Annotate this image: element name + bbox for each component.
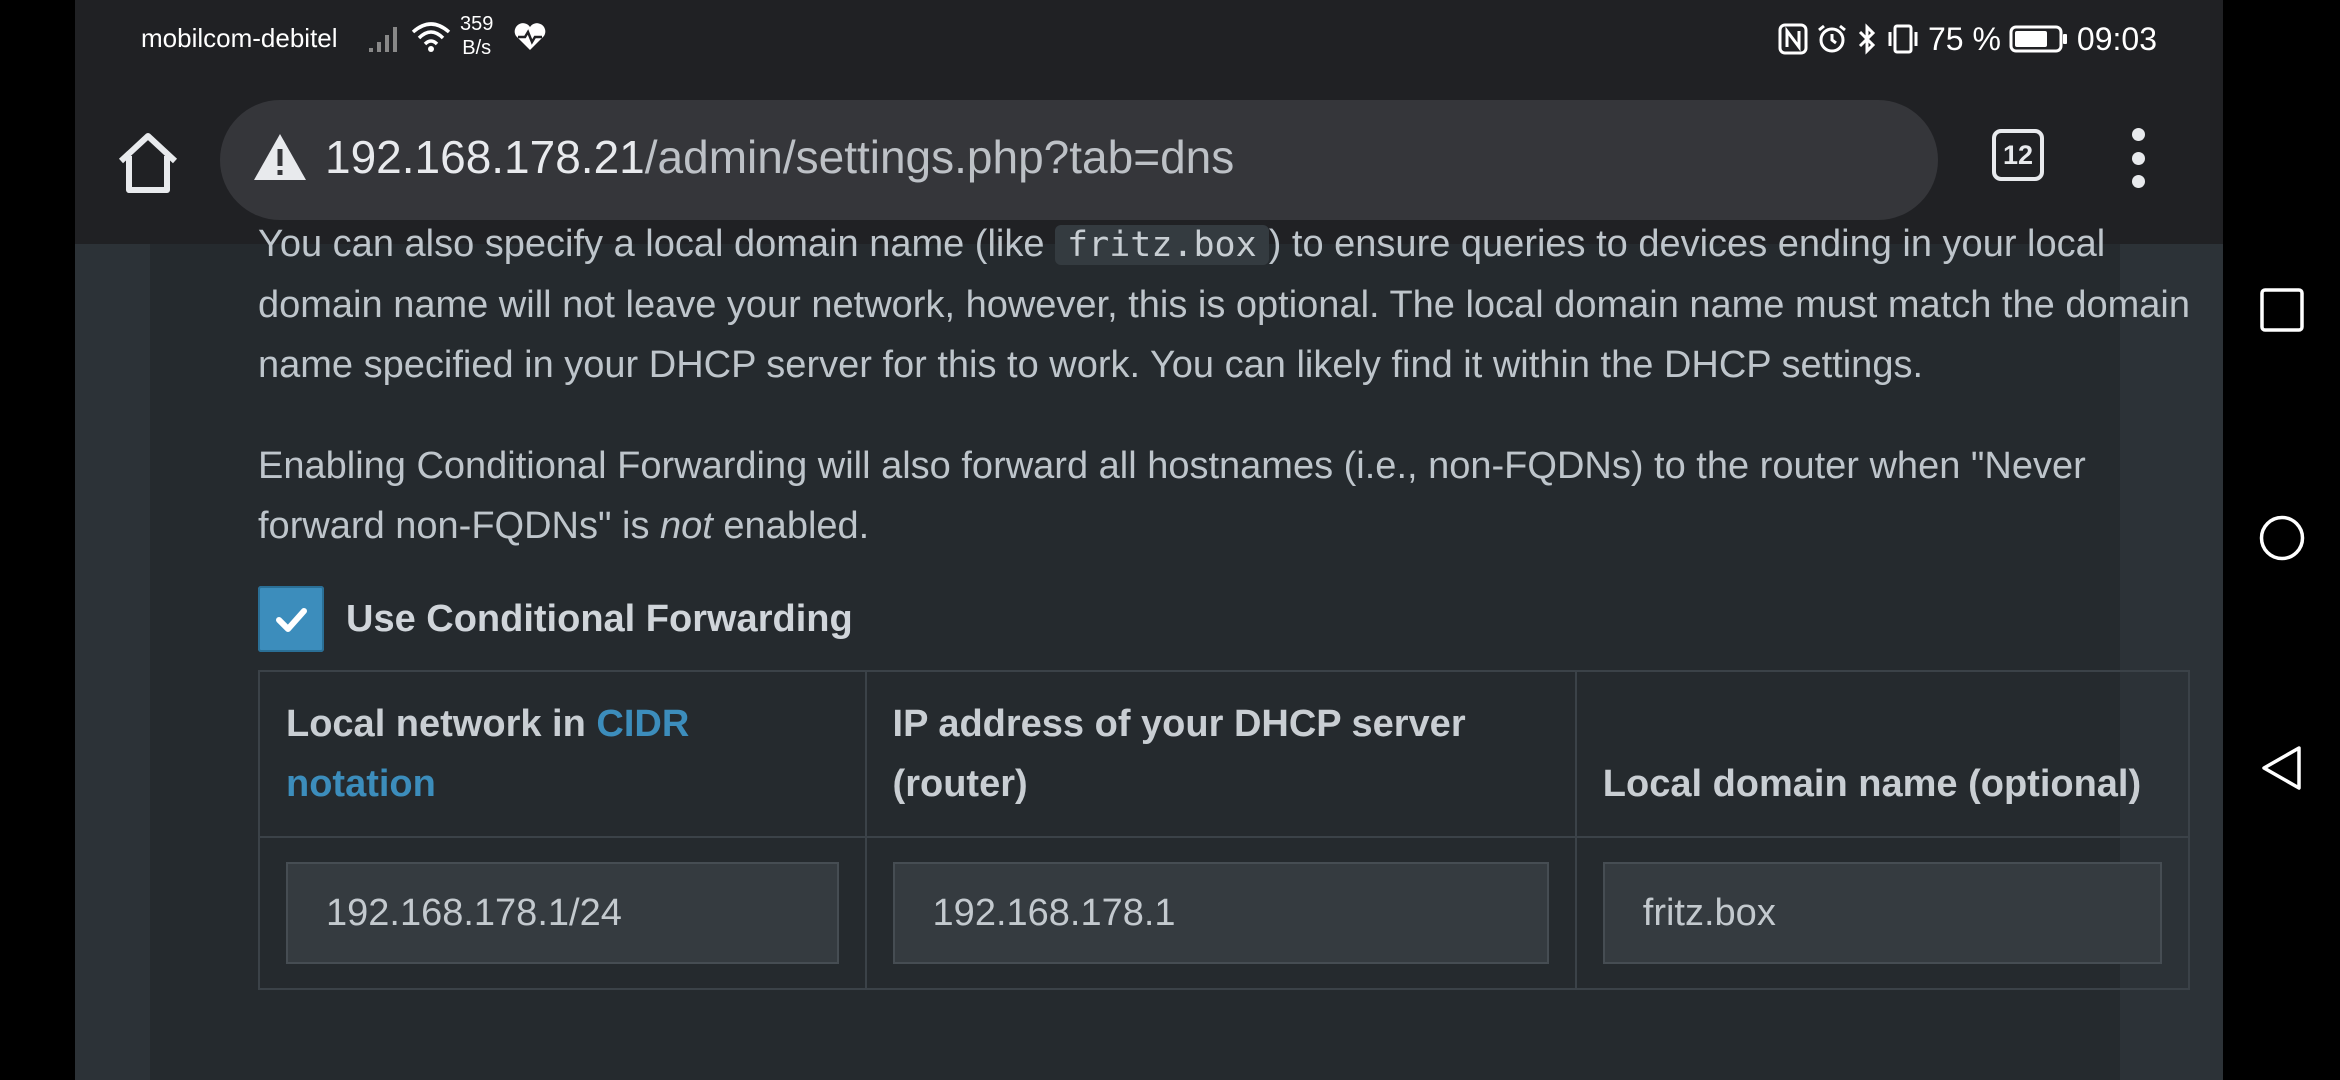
cidr-input[interactable]: 192.168.178.1/24 bbox=[286, 862, 839, 964]
phone-screen: mobilcom-debitel 359 B/s 75 % 09:03 192.… bbox=[75, 0, 2223, 1080]
header-local-network: Local network in CIDR notation bbox=[258, 670, 867, 838]
header-local-network-text: Local network in bbox=[286, 703, 597, 745]
wifi-icon bbox=[411, 22, 451, 52]
cidr-cell: 192.168.178.1/24 bbox=[258, 836, 867, 990]
tab-switcher-button[interactable]: 12 bbox=[1992, 129, 2044, 181]
clock: 09:03 bbox=[2076, 20, 2157, 57]
recent-apps-square-icon[interactable] bbox=[2259, 287, 2305, 333]
network-speed: 359 B/s bbox=[460, 12, 493, 60]
conditional-forwarding-description: Enabling Conditional Forwarding will als… bbox=[258, 436, 2208, 556]
local-domain-input[interactable]: fritz.box bbox=[1602, 862, 2162, 964]
address-bar[interactable]: 192.168.178.21/admin/settings.php?tab=dn… bbox=[220, 100, 1938, 220]
not-secure-warning-icon[interactable] bbox=[252, 132, 308, 182]
table-row: 192.168.178.1/24 192.168.178.1 fritz.box bbox=[258, 836, 2191, 990]
router-ip-cell: 192.168.178.1 bbox=[864, 836, 1577, 990]
domain-cell: fritz.box bbox=[1574, 836, 2191, 990]
table-header-row: Local network in CIDR notation IP addres… bbox=[258, 670, 2191, 838]
settings-box: You can also specify a local domain name… bbox=[150, 223, 2191, 1080]
content-gutter bbox=[120, 244, 150, 1080]
para1-text-start: You can also specify a local domain name… bbox=[258, 223, 1056, 265]
local-domain-description: You can also specify a local domain name… bbox=[258, 214, 2208, 395]
status-bar: mobilcom-debitel 359 B/s 75 % 09:03 bbox=[75, 0, 2223, 78]
router-ip-input[interactable]: 192.168.178.1 bbox=[892, 862, 1549, 964]
conditional-forwarding-label[interactable]: Use Conditional Forwarding bbox=[346, 598, 853, 641]
header-local-domain: Local domain name (optional) bbox=[1574, 670, 2191, 838]
speed-value: 359 bbox=[460, 13, 494, 35]
speed-unit: B/s bbox=[462, 37, 492, 59]
url-host: 192.168.178.21 bbox=[325, 131, 645, 183]
checkmark-icon bbox=[276, 608, 307, 632]
nfc-icon bbox=[1778, 23, 1808, 55]
para2-text-start: Enabling Conditional Forwarding will als… bbox=[258, 445, 2086, 547]
vibrate-icon bbox=[1888, 24, 1918, 54]
home-circle-icon[interactable] bbox=[2259, 515, 2305, 561]
status-icons-right: 75 % 09:03 bbox=[1778, 18, 2157, 60]
back-triangle-icon[interactable] bbox=[2259, 745, 2305, 791]
battery-icon bbox=[2009, 25, 2067, 53]
conditional-forwarding-table: Local network in CIDR notation IP addres… bbox=[258, 670, 2191, 990]
battery-percent: 75 % bbox=[1927, 20, 2001, 57]
signal-icon bbox=[369, 27, 397, 52]
example-domain-code: fritz.box bbox=[1055, 225, 1269, 265]
page-content: You can also specify a local domain name… bbox=[75, 223, 2223, 1080]
conditional-forwarding-option[interactable]: Use Conditional Forwarding bbox=[258, 586, 853, 652]
url-text[interactable]: 192.168.178.21/admin/settings.php?tab=dn… bbox=[325, 130, 1234, 184]
android-navigation-bar bbox=[2223, 0, 2340, 1080]
header-dhcp-server: IP address of your DHCP server (router) bbox=[864, 670, 1577, 838]
carrier-name: mobilcom-debitel bbox=[141, 23, 338, 53]
alarm-icon bbox=[1818, 24, 1846, 53]
more-menu-icon[interactable] bbox=[2123, 128, 2153, 188]
home-icon[interactable] bbox=[113, 128, 183, 198]
para2-emphasis: not bbox=[660, 505, 713, 547]
url-path: /admin/settings.php?tab=dns bbox=[644, 131, 1235, 183]
para2-text-end: enabled. bbox=[712, 505, 870, 547]
bluetooth-icon bbox=[1858, 23, 1876, 55]
health-heart-icon bbox=[514, 23, 546, 50]
conditional-forwarding-checkbox[interactable] bbox=[258, 586, 324, 652]
